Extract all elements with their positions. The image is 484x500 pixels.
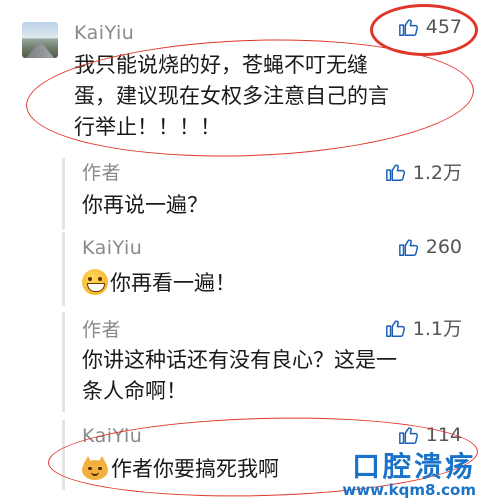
comment-text-line: 我只能说烧的好，苍蝇不叮无缝 bbox=[74, 53, 368, 77]
reply-like-button[interactable]: 260 bbox=[398, 236, 462, 258]
cat-emoji-icon bbox=[82, 456, 108, 480]
reply-text-line: 条人命啊！ bbox=[82, 379, 187, 403]
thumbs-up-icon bbox=[398, 427, 418, 444]
reply-like-count: 1.2万 bbox=[412, 162, 462, 184]
watermark-title: 口腔溃疡 bbox=[351, 450, 476, 483]
comment-text: 我只能说烧的好，苍蝇不叮无缝 蛋，建议现在女权多注意自己的言 行举止！！！！ bbox=[74, 50, 389, 143]
reply-text-line: 作者你要搞死我啊 bbox=[111, 457, 279, 481]
reply-divider bbox=[62, 420, 65, 490]
reply-like-button[interactable]: 1.1万 bbox=[385, 314, 462, 341]
reply-like-count: 260 bbox=[425, 236, 462, 258]
reply-username[interactable]: KaiYiu bbox=[82, 425, 142, 447]
reply-text: 你再看一遍！ bbox=[82, 268, 236, 299]
reply-divider bbox=[62, 312, 65, 412]
reply-divider bbox=[62, 232, 65, 306]
comment-like-count: 457 bbox=[425, 16, 462, 38]
reply-text: 作者你要搞死我啊 bbox=[82, 454, 279, 485]
thumbs-up-icon bbox=[385, 163, 405, 181]
comment-like-button[interactable]: 457 bbox=[398, 16, 462, 38]
reply-like-button[interactable]: 1.2万 bbox=[385, 158, 462, 185]
reply-text-line: 你再看一遍！ bbox=[110, 271, 236, 295]
watermark-url: www.kqm8.com bbox=[342, 481, 476, 499]
reply-username[interactable]: 作者 bbox=[82, 315, 121, 342]
reply-divider bbox=[62, 158, 65, 230]
comment-text-line: 蛋，建议现在女权多注意自己的言 bbox=[74, 84, 389, 108]
thumbs-up-icon bbox=[398, 239, 418, 256]
reply-text: 你讲这种话还有没有良心？这是一 条人命啊！ bbox=[82, 345, 397, 407]
avatar[interactable] bbox=[22, 22, 58, 58]
reply-text-line: 你再说一遍？ bbox=[82, 193, 208, 217]
reply-like-button[interactable]: 114 bbox=[398, 424, 462, 446]
comment-text-line: 行举止！！！！ bbox=[74, 115, 221, 139]
reply-username[interactable]: KaiYiu bbox=[82, 237, 142, 259]
thumbs-up-icon bbox=[385, 319, 405, 337]
thumbs-up-icon bbox=[398, 19, 418, 36]
reply-username[interactable]: 作者 bbox=[82, 158, 121, 185]
comment-username[interactable]: KaiYiu bbox=[74, 22, 134, 44]
reply-text-line: 你讲这种话还有没有良心？这是一 bbox=[82, 348, 397, 372]
watermark: 口腔溃疡 www.kqm8.com bbox=[342, 450, 476, 499]
grin-emoji-icon bbox=[82, 269, 108, 295]
reply-like-count: 114 bbox=[425, 424, 462, 446]
reply-like-count: 1.1万 bbox=[412, 318, 462, 340]
reply-text: 你再说一遍？ bbox=[82, 190, 208, 221]
